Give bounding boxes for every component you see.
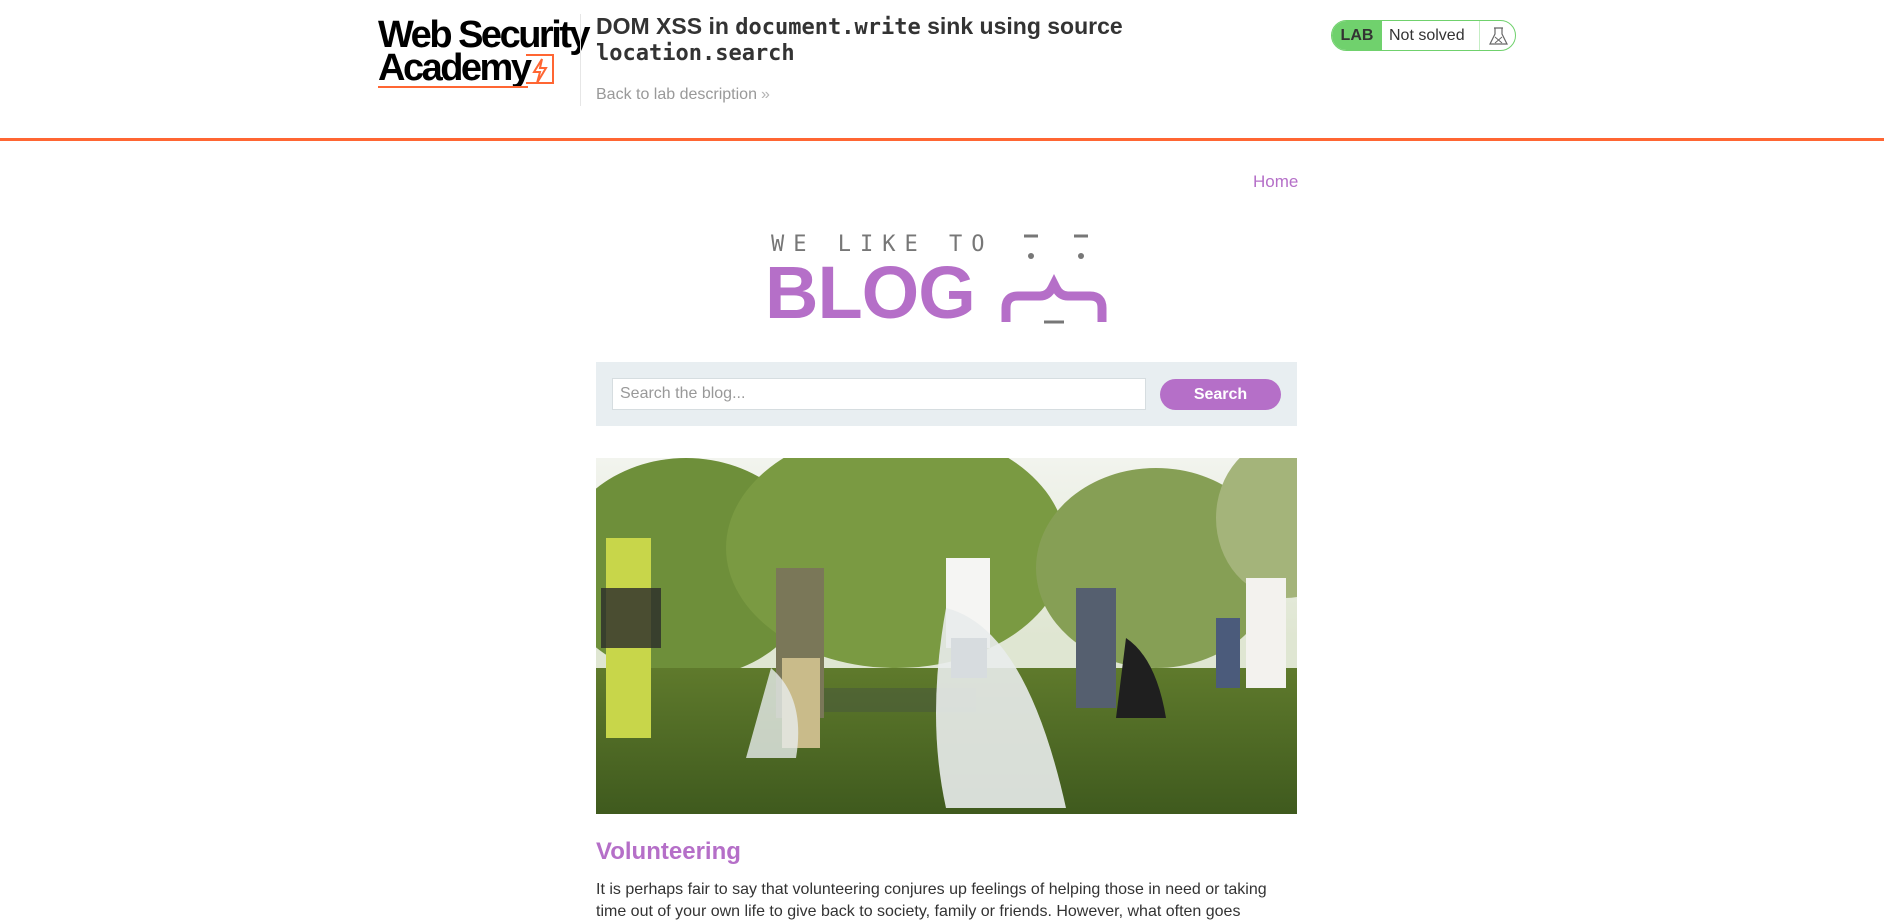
volunteers-photo (596, 458, 1297, 814)
back-link-label: Back to lab description (596, 86, 757, 103)
lab-header: Web Security Academy DOM XSS in document… (0, 0, 1884, 141)
lab-title: DOM XSS in document.write sink using sou… (596, 13, 1156, 67)
curly-brace-face-icon (1001, 234, 1107, 324)
lightning-icon (526, 54, 554, 84)
lab-tag: LAB (1332, 21, 1382, 50)
home-link[interactable]: Home (1253, 172, 1298, 192)
post-image[interactable] (596, 458, 1297, 814)
lab-title-code-source: location.search (596, 41, 795, 66)
web-security-academy-logo[interactable]: Web Security Academy (378, 16, 591, 90)
blog-search-section: Search (596, 362, 1297, 426)
search-input[interactable] (612, 378, 1146, 410)
lab-title-prefix: DOM XSS in (596, 13, 736, 39)
blog-banner-logo: WE LIKE TO BLOG (765, 228, 1125, 334)
double-chevron-right-icon: » (760, 86, 770, 103)
search-button[interactable]: Search (1160, 379, 1281, 410)
header-divider (580, 14, 581, 106)
lab-status-widget: LAB Not solved (1331, 20, 1516, 51)
back-to-lab-description-link[interactable]: Back to lab description» (596, 86, 770, 104)
status-text: Not solved (1389, 27, 1465, 44)
lab-title-code-sink: document.write (735, 15, 921, 40)
logo-line2: Academy (378, 47, 532, 89)
banner-title: BLOG (765, 251, 976, 334)
post-excerpt: It is perhaps fair to say that volunteer… (596, 881, 1267, 920)
post-title-link[interactable]: Volunteering (596, 838, 741, 866)
lab-title-mid: sink using source (920, 13, 1123, 39)
flask-icon (1479, 21, 1515, 50)
logo-underline (378, 86, 528, 88)
